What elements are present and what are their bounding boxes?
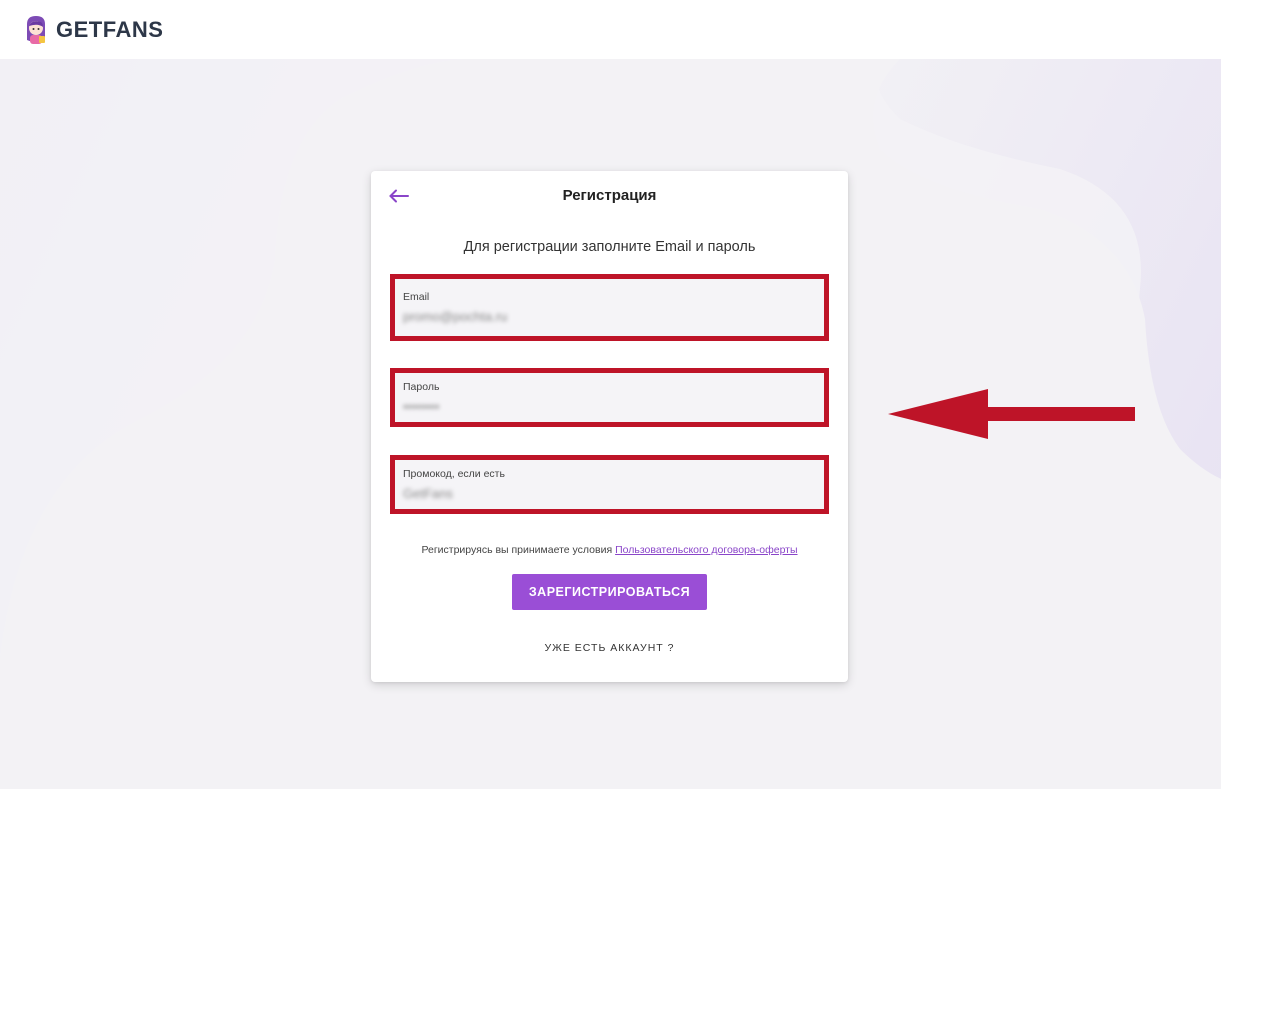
email-label: Email	[403, 291, 430, 303]
email-input[interactable]: promo@pochta.ru	[403, 309, 816, 324]
register-button[interactable]: ЗАРЕГИСТРИРОВАТЬСЯ	[512, 574, 707, 610]
registration-card: Регистрация Для регистрации заполните Em…	[371, 171, 848, 682]
promo-field-highlight: Промокод, если есть GetFans	[390, 455, 829, 514]
password-field-highlight: Пароль ••••••••	[390, 368, 829, 427]
promo-input[interactable]: GetFans	[403, 486, 816, 501]
big-red-arrow-icon	[888, 389, 1135, 439]
promo-field[interactable]: Промокод, если есть GetFans	[395, 460, 824, 509]
card-subtitle: Для регистрации заполните Email и пароль	[463, 239, 756, 255]
password-field[interactable]: Пароль ••••••••	[395, 373, 824, 422]
email-field-highlight: Email promo@pochta.ru	[390, 274, 829, 341]
terms-prefix: Регистрируясь вы принимаете условия	[421, 544, 613, 556]
top-header: GETFANS	[0, 0, 1280, 59]
girl-avatar-icon[interactable]	[24, 14, 48, 46]
login-link[interactable]: УЖЕ ЕСТЬ АККАУНТ ?	[371, 642, 848, 654]
password-input[interactable]: ••••••••	[403, 399, 816, 414]
password-label: Пароль	[403, 381, 440, 393]
brand-name[interactable]: GETFANS	[56, 17, 163, 43]
terms-link[interactable]: Пользовательского договора-оферты	[615, 544, 797, 556]
promo-label: Промокод, если есть	[403, 468, 505, 480]
terms-text: Регистрируясь вы принимаете условия Поль…	[371, 544, 848, 556]
card-title: Регистрация	[562, 187, 657, 204]
email-field[interactable]: Email promo@pochta.ru	[395, 279, 824, 336]
